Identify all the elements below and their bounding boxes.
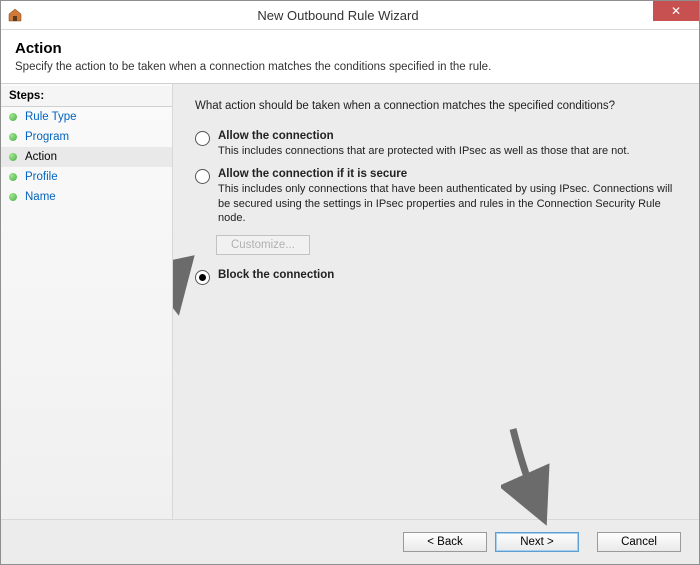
title-bar: New Outbound Rule Wizard ✕ [1, 1, 699, 30]
option-title: Block the connection [218, 269, 677, 281]
step-name[interactable]: Name [1, 187, 172, 207]
step-program[interactable]: Program [1, 127, 172, 147]
step-label: Program [25, 131, 69, 143]
action-prompt: What action should be taken when a conne… [195, 100, 677, 112]
steps-heading: Steps: [1, 86, 172, 107]
close-button[interactable]: ✕ [653, 1, 699, 21]
body: Steps: Rule Type Program Action Profile … [1, 83, 699, 519]
customize-row: Customize... [216, 235, 677, 255]
step-label: Profile [25, 171, 58, 183]
option-allow[interactable]: Allow the connection This includes conne… [195, 130, 677, 158]
content-area: What action should be taken when a conne… [173, 84, 699, 519]
step-label: Action [25, 151, 57, 163]
option-body: Block the connection [218, 269, 677, 283]
next-button[interactable]: Next > [495, 532, 579, 552]
step-profile[interactable]: Profile [1, 167, 172, 187]
option-desc: This includes connections that are prote… [218, 144, 677, 158]
footer: < Back Next > Cancel [1, 519, 699, 564]
step-bullet-icon [9, 173, 17, 181]
customize-button: Customize... [216, 235, 310, 255]
page-title: Action [15, 40, 685, 57]
radio-allow-secure[interactable] [195, 169, 210, 184]
option-allow-secure[interactable]: Allow the connection if it is secure Thi… [195, 168, 677, 225]
app-icon [7, 7, 23, 23]
page-subtitle: Specify the action to be taken when a co… [15, 61, 685, 73]
close-icon: ✕ [671, 5, 681, 17]
step-action[interactable]: Action [1, 147, 172, 167]
option-title: Allow the connection if it is secure [218, 168, 677, 180]
option-body: Allow the connection This includes conne… [218, 130, 677, 158]
option-body: Allow the connection if it is secure Thi… [218, 168, 677, 225]
steps-sidebar: Steps: Rule Type Program Action Profile … [1, 84, 173, 519]
option-title: Allow the connection [218, 130, 677, 142]
step-bullet-icon [9, 153, 17, 161]
step-label: Rule Type [25, 111, 77, 123]
window-title: New Outbound Rule Wizard [23, 8, 653, 23]
radio-block[interactable] [195, 270, 210, 285]
header: Action Specify the action to be taken wh… [1, 30, 699, 83]
option-desc: This includes only connections that have… [218, 182, 677, 225]
step-bullet-icon [9, 193, 17, 201]
step-bullet-icon [9, 113, 17, 121]
radio-allow[interactable] [195, 131, 210, 146]
wizard-window: New Outbound Rule Wizard ✕ Action Specif… [0, 0, 700, 565]
option-block[interactable]: Block the connection [195, 269, 677, 285]
back-button[interactable]: < Back [403, 532, 487, 552]
cancel-button[interactable]: Cancel [597, 532, 681, 552]
step-rule-type[interactable]: Rule Type [1, 107, 172, 127]
step-bullet-icon [9, 133, 17, 141]
step-label: Name [25, 191, 56, 203]
